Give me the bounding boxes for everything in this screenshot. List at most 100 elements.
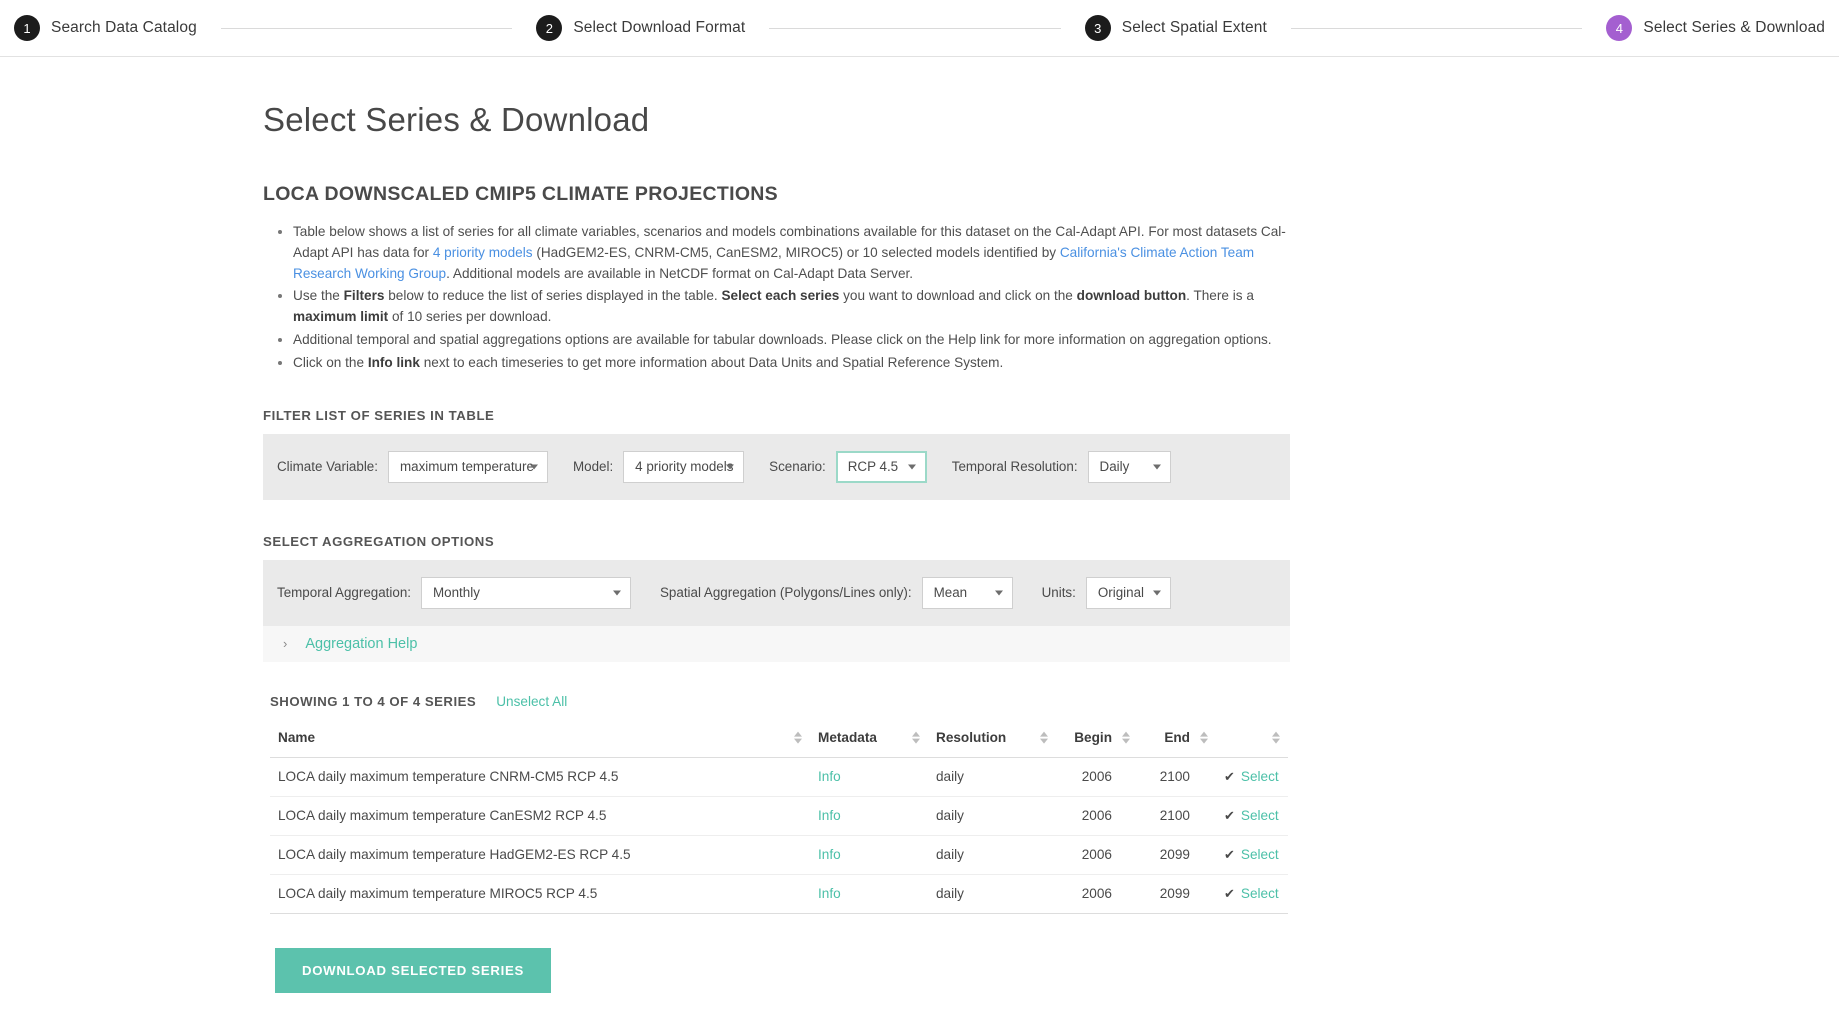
info-link[interactable]: Info <box>818 769 841 784</box>
column-header-select[interactable] <box>1216 722 1288 758</box>
instructions-list: Table below shows a list of series for a… <box>263 222 1290 374</box>
column-header-begin[interactable]: Begin <box>1056 722 1138 758</box>
column-header-begin-label: Begin <box>1074 729 1112 745</box>
instruction-2-bold-download-button: download button <box>1076 288 1187 304</box>
showing-count-text: SHOWING 1 TO 4 OF 4 SERIES <box>270 693 477 709</box>
cell-select[interactable]: ✔ Select <box>1216 835 1288 875</box>
filter-section-heading: FILTER LIST OF SERIES IN TABLE <box>263 407 495 423</box>
stepper-step-1[interactable]: 1 Search Data Catalog <box>14 15 197 41</box>
table-row: LOCA daily maximum temperature HadGEM2-E… <box>270 835 1288 875</box>
sort-icon[interactable] <box>1271 731 1280 745</box>
cell-metadata: Info <box>810 835 928 875</box>
check-icon: ✔ <box>1224 807 1235 823</box>
check-icon: ✔ <box>1224 846 1235 862</box>
cell-select[interactable]: ✔ Select <box>1216 757 1288 797</box>
chevron-down-icon <box>1152 464 1161 470</box>
instruction-2-text-a: Use the <box>293 288 344 304</box>
chevron-down-icon <box>1152 590 1161 596</box>
climate-variable-select[interactable]: maximum temperature <box>387 450 548 483</box>
model-select[interactable]: 4 priority models <box>623 450 745 483</box>
aggregation-help-bar[interactable]: › Aggregation Help <box>263 625 1290 662</box>
cell-end: 2099 <box>1138 835 1216 875</box>
instruction-4-text-a: Click on the <box>293 354 368 370</box>
cell-end: 2100 <box>1138 757 1216 797</box>
select-series-link[interactable]: Select <box>1241 769 1279 784</box>
stepper-step-3[interactable]: 3 Select Spatial Extent <box>1084 15 1267 41</box>
temporal-aggregation-select[interactable]: Monthly <box>421 576 631 609</box>
column-header-metadata-label: Metadata <box>818 729 877 745</box>
stepper-connector-2 <box>769 27 1061 29</box>
cell-metadata: Info <box>810 757 928 797</box>
showing-row: SHOWING 1 TO 4 OF 4 SERIES Unselect All <box>270 694 1283 709</box>
spatial-aggregation-select[interactable]: Mean <box>921 576 1013 609</box>
units-select[interactable]: Original <box>1085 576 1171 609</box>
scenario-value: RCP 4.5 <box>847 459 899 475</box>
select-series-link[interactable]: Select <box>1241 886 1279 901</box>
cell-series-name: LOCA daily maximum temperature MIROC5 RC… <box>270 874 810 914</box>
series-table-body: LOCA daily maximum temperature CNRM-CM5 … <box>270 757 1288 914</box>
scenario-label: Scenario: <box>769 459 826 475</box>
aggregation-help-link[interactable]: Aggregation Help <box>305 636 417 652</box>
chevron-down-icon <box>529 464 538 470</box>
sort-icon[interactable] <box>793 731 802 745</box>
instruction-2-bold-filters: Filters <box>343 288 385 304</box>
instruction-1-text-c: . Additional models are available in Net… <box>446 265 914 281</box>
instruction-item-4: Click on the Info link next to each time… <box>293 353 1290 374</box>
cell-metadata: Info <box>810 874 928 914</box>
column-header-resolution[interactable]: Resolution <box>928 722 1056 758</box>
info-link[interactable]: Info <box>818 808 841 823</box>
cell-select[interactable]: ✔ Select <box>1216 796 1288 836</box>
sort-icon[interactable] <box>1039 731 1048 745</box>
info-link[interactable]: Info <box>818 847 841 862</box>
units-field: Units: Original <box>1042 576 1171 609</box>
select-series-link[interactable]: Select <box>1241 847 1279 862</box>
info-link[interactable]: Info <box>818 886 841 901</box>
temporal-aggregation-value: Monthly <box>433 585 480 601</box>
climate-variable-value: maximum temperature <box>399 459 534 475</box>
column-header-end[interactable]: End <box>1138 722 1216 758</box>
step-label-3: Select Spatial Extent <box>1121 19 1267 36</box>
chevron-down-icon <box>726 464 735 470</box>
temporal-resolution-value: Daily <box>1099 459 1130 475</box>
instruction-item-2: Use the Filters below to reduce the list… <box>293 286 1290 328</box>
sort-icon[interactable] <box>1121 731 1130 745</box>
column-header-name[interactable]: Name <box>270 722 810 758</box>
cell-begin: 2006 <box>1056 796 1138 836</box>
temporal-resolution-label: Temporal Resolution: <box>951 459 1078 475</box>
temporal-resolution-select[interactable]: Daily <box>1087 450 1171 483</box>
filter-panel: Climate Variable: maximum temperature Mo… <box>263 433 1290 500</box>
cell-resolution: daily <box>928 757 1056 797</box>
step-label-2: Select Download Format <box>573 19 746 36</box>
sort-icon[interactable] <box>1199 731 1208 745</box>
priority-models-link[interactable]: 4 priority models <box>433 245 533 260</box>
column-header-end-label: End <box>1164 729 1190 745</box>
instruction-2-text-d: . There is a <box>1186 288 1254 304</box>
check-icon: ✔ <box>1224 885 1235 901</box>
cell-resolution: daily <box>928 874 1056 914</box>
column-header-metadata[interactable]: Metadata <box>810 722 928 758</box>
units-value: Original <box>1097 585 1144 601</box>
step-number-2: 2 <box>536 15 563 41</box>
cell-metadata: Info <box>810 796 928 836</box>
model-field: Model: 4 priority models <box>573 450 745 483</box>
aggregation-section-heading: SELECT AGGREGATION OPTIONS <box>263 533 495 549</box>
sort-icon[interactable] <box>911 731 920 745</box>
series-table-head: Name Metadata Resolution Begin End <box>270 722 1288 758</box>
unselect-all-link[interactable]: Unselect All <box>496 694 567 709</box>
content-column: Select Series & Download LOCA DOWNSCALED… <box>263 101 1290 993</box>
dataset-title: LOCA DOWNSCALED CMIP5 CLIMATE PROJECTION… <box>263 183 778 205</box>
stepper-connector-3 <box>1290 27 1583 29</box>
spatial-aggregation-field: Spatial Aggregation (Polygons/Lines only… <box>660 576 1013 609</box>
progress-stepper: 1 Search Data Catalog 2 Select Download … <box>0 0 1839 57</box>
instruction-4-bold-info-link: Info link <box>367 354 420 370</box>
instruction-item-1: Table below shows a list of series for a… <box>293 222 1290 284</box>
chevron-down-icon <box>613 590 621 596</box>
stepper-step-4[interactable]: 4 Select Series & Download <box>1606 15 1825 41</box>
cell-series-name: LOCA daily maximum temperature CanESM2 R… <box>270 796 810 836</box>
select-series-link[interactable]: Select <box>1241 808 1279 823</box>
table-header-row: Name Metadata Resolution Begin End <box>270 722 1288 758</box>
cell-select[interactable]: ✔ Select <box>1216 874 1288 914</box>
scenario-select[interactable]: RCP 4.5 <box>835 450 927 483</box>
download-selected-series-button[interactable]: DOWNLOAD SELECTED SERIES <box>275 947 551 993</box>
stepper-step-2[interactable]: 2 Select Download Format <box>536 15 745 41</box>
